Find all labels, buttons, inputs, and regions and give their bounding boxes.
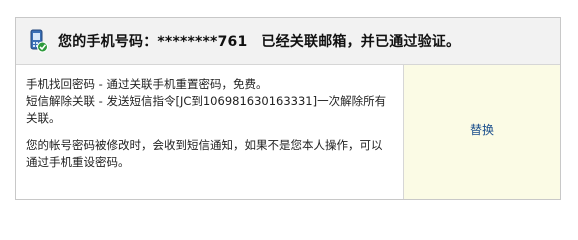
phone-check-icon <box>28 29 48 53</box>
phone-label: 您的手机号码： <box>58 34 158 50</box>
info-section: 手机找回密码 - 通过关联手机重置密码，免费。 短信解除关联 - 发送短信指令[… <box>16 65 403 199</box>
info-line-recover: 手机找回密码 - 通过关联手机重置密码，免费。 <box>26 77 268 91</box>
binding-status-text: 已经关联邮箱，并已通过验证。 <box>261 34 461 50</box>
action-section: 替换 <box>403 65 560 199</box>
info-line-notify: 您的帐号密码被修改时，会收到短信通知，如果不是您本人操作，可以通过手机重设密码。 <box>26 138 383 169</box>
phone-binding-panel: 您的手机号码：********761 已经关联邮箱，并已通过验证。 手机找回密码 … <box>15 17 561 200</box>
panel-header: 您的手机号码：********761 已经关联邮箱，并已通过验证。 <box>16 18 560 65</box>
panel-body: 手机找回密码 - 通过关联手机重置密码，免费。 短信解除关联 - 发送短信指令[… <box>16 65 560 199</box>
info-line-unbind: 短信解除关联 - 发送短信指令[JC到106981630163331]一次解除所… <box>26 94 387 125</box>
panel-title: 您的手机号码：********761 已经关联邮箱，并已通过验证。 <box>58 31 460 51</box>
masked-phone-number: ********761 <box>157 34 248 50</box>
replace-link[interactable]: 替换 <box>470 121 494 138</box>
